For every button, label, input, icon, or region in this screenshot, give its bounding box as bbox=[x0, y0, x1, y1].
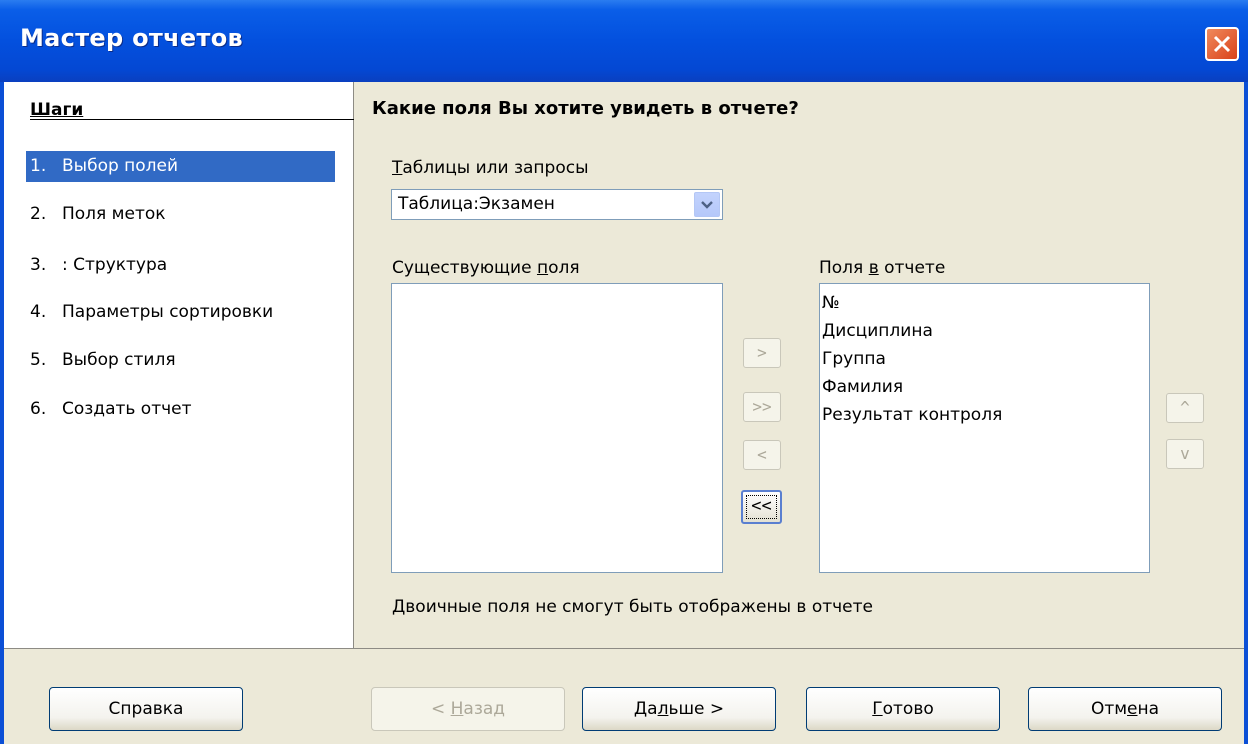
next-button[interactable]: Дальше > bbox=[582, 687, 776, 731]
step-label: : Структура bbox=[62, 255, 168, 275]
tables-select-value: Таблица:Экзамен bbox=[398, 194, 555, 214]
button-bar: Справка < Назад Дальше > Готово Отмена bbox=[4, 648, 1244, 744]
step-label: Выбор полей bbox=[62, 156, 179, 176]
window-title: Мастер отчетов bbox=[20, 24, 243, 52]
step-select-fields[interactable]: 1. Выбор полей bbox=[26, 151, 335, 182]
tables-select[interactable]: Таблица:Экзамен bbox=[391, 189, 723, 220]
step-label: Поля меток bbox=[62, 204, 166, 224]
step-label-fields[interactable]: 2. Поля меток bbox=[26, 199, 335, 230]
move-down-button[interactable]: v bbox=[1166, 439, 1204, 469]
remove-all-label: << bbox=[746, 495, 777, 519]
step-number: 2. bbox=[30, 204, 47, 224]
existing-fields-label: Существующие поля bbox=[392, 258, 580, 278]
step-number: 5. bbox=[30, 350, 47, 370]
dropdown-button[interactable] bbox=[694, 192, 720, 217]
step-number: 1. bbox=[30, 156, 47, 176]
binary-fields-note: Двоичные поля не смогут быть отображены … bbox=[392, 597, 873, 617]
add-all-fields-button[interactable]: >> bbox=[743, 392, 781, 422]
step-number: 6. bbox=[30, 399, 47, 419]
step-structure[interactable]: 3. : Структура bbox=[26, 250, 335, 281]
title-bar[interactable]: Мастер отчетов bbox=[0, 0, 1248, 82]
step-create-report[interactable]: 6. Создать отчет bbox=[26, 394, 335, 425]
close-icon bbox=[1213, 35, 1231, 53]
step-sort-options[interactable]: 4. Параметры сортировки bbox=[26, 297, 335, 328]
list-item[interactable]: Дисциплина bbox=[820, 317, 1149, 345]
step-label: Создать отчет bbox=[62, 399, 192, 419]
step-label: Параметры сортировки bbox=[62, 302, 274, 322]
step-number: 4. bbox=[30, 302, 47, 322]
chevron-down-icon bbox=[701, 201, 713, 209]
report-wizard-window: Мастер отчетов Шаги 1. Выбор полей 2. Поля… bbox=[0, 0, 1248, 744]
steps-sidebar: Шаги 1. Выбор полей 2. Поля меток 3. : Стру… bbox=[4, 82, 354, 648]
add-field-button[interactable]: > bbox=[743, 338, 781, 368]
help-button[interactable]: Справка bbox=[49, 687, 243, 731]
remove-field-button[interactable]: < bbox=[743, 440, 781, 470]
page-question: Какие поля Вы хотите увидеть в отчете? bbox=[372, 98, 799, 119]
steps-divider bbox=[30, 119, 354, 120]
existing-fields-list[interactable] bbox=[391, 283, 723, 573]
step-choose-style[interactable]: 5. Выбор стиля bbox=[26, 345, 335, 376]
step-label: Выбор стиля bbox=[62, 350, 176, 370]
step-number: 3. bbox=[30, 255, 47, 275]
dialog-client: Шаги 1. Выбор полей 2. Поля меток 3. : Стру… bbox=[4, 82, 1244, 744]
list-item[interactable]: Результат контроля bbox=[820, 401, 1149, 429]
cancel-button[interactable]: Отмена bbox=[1028, 687, 1222, 731]
list-item[interactable]: № bbox=[820, 289, 1149, 317]
remove-all-fields-button[interactable]: << bbox=[741, 490, 782, 524]
finish-button[interactable]: Готово bbox=[806, 687, 1000, 731]
tables-label: Таблицы или запросы bbox=[392, 158, 589, 178]
report-fields-list[interactable]: № Дисциплина Группа Фамилия Результат ко… bbox=[819, 283, 1150, 573]
back-button[interactable]: < Назад bbox=[371, 687, 565, 731]
list-item[interactable]: Группа bbox=[820, 345, 1149, 373]
move-up-button[interactable]: ^ bbox=[1166, 393, 1204, 423]
steps-title: Шаги bbox=[30, 100, 84, 120]
report-fields-label: Поля в отчете bbox=[819, 258, 946, 278]
close-button[interactable] bbox=[1205, 27, 1239, 61]
list-item[interactable]: Фамилия bbox=[820, 373, 1149, 401]
